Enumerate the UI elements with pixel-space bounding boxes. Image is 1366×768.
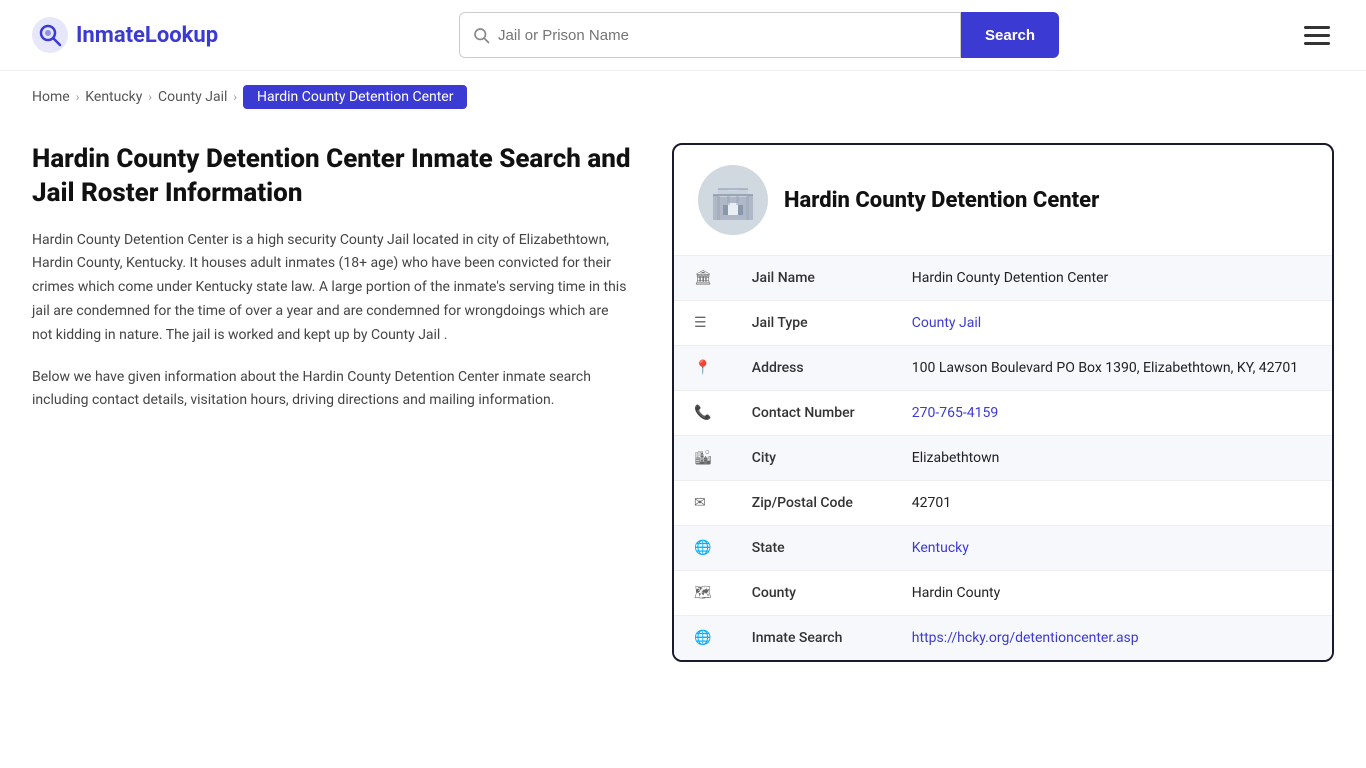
card-facility-name: Hardin County Detention Center	[784, 188, 1099, 213]
table-row: ☰ Jail Type County Jail	[674, 301, 1332, 346]
page-description-2: Below we have given information about th…	[32, 366, 632, 414]
row-value-cell: 270-765-4159	[892, 391, 1332, 436]
row-value-cell: 100 Lawson Boulevard PO Box 1390, Elizab…	[892, 346, 1332, 391]
row-label: Contact Number	[732, 391, 892, 436]
hamburger-line-2	[1304, 34, 1330, 37]
breadcrumb-chevron-2: ›	[148, 90, 152, 104]
row-label: Address	[732, 346, 892, 391]
table-row: 📍 Address 100 Lawson Boulevard PO Box 13…	[674, 346, 1332, 391]
row-label: State	[732, 526, 892, 571]
hamburger-line-3	[1304, 42, 1330, 45]
table-row: 🏙 City Elizabethtown	[674, 436, 1332, 481]
breadcrumb-home[interactable]: Home	[32, 89, 70, 105]
row-icon: ✉	[674, 481, 732, 526]
main-content: Hardin County Detention Center Inmate Se…	[0, 123, 1366, 702]
row-value-cell: 42701	[892, 481, 1332, 526]
breadcrumb: Home › Kentucky › County Jail › Hardin C…	[0, 71, 1366, 123]
info-link[interactable]: 270-765-4159	[912, 405, 998, 421]
search-box	[459, 12, 961, 58]
hamburger-menu-button[interactable]	[1300, 22, 1334, 49]
row-label: Jail Type	[732, 301, 892, 346]
breadcrumb-chevron-1: ›	[76, 90, 80, 104]
facility-info-table: 🏛 Jail Name Hardin County Detention Cent…	[674, 256, 1332, 660]
row-icon: ☰	[674, 301, 732, 346]
row-icon: 📞	[674, 391, 732, 436]
info-link[interactable]: Kentucky	[912, 540, 969, 556]
row-value-cell: Kentucky	[892, 526, 1332, 571]
table-row: 🗺 County Hardin County	[674, 571, 1332, 616]
search-button[interactable]: Search	[961, 12, 1059, 58]
breadcrumb-kentucky[interactable]: Kentucky	[85, 89, 142, 105]
row-label: County	[732, 571, 892, 616]
logo-icon	[32, 17, 68, 53]
facility-info-card: Hardin County Detention Center 🏛 Jail Na…	[672, 143, 1334, 662]
info-link[interactable]: https://hcky.org/detentioncenter.asp	[912, 630, 1139, 646]
row-label: Zip/Postal Code	[732, 481, 892, 526]
breadcrumb-chevron-3: ›	[233, 90, 237, 104]
breadcrumb-current: Hardin County Detention Center	[243, 85, 467, 109]
info-value: Elizabethtown	[912, 450, 1000, 466]
row-value-cell: Elizabethtown	[892, 436, 1332, 481]
row-icon: 🌐	[674, 526, 732, 571]
row-icon: 🌐	[674, 616, 732, 661]
row-label: Inmate Search	[732, 616, 892, 661]
info-value: 42701	[912, 495, 951, 511]
info-value: Hardin County	[912, 585, 1000, 601]
table-row: ✉ Zip/Postal Code 42701	[674, 481, 1332, 526]
logo: InmateLookup	[32, 17, 218, 53]
left-column: Hardin County Detention Center Inmate Se…	[32, 143, 672, 662]
row-icon: 🗺	[674, 571, 732, 616]
row-value-cell: Hardin County Detention Center	[892, 256, 1332, 301]
row-icon: 🏛	[674, 256, 732, 301]
page-title: Hardin County Detention Center Inmate Se…	[32, 143, 632, 211]
table-row: 📞 Contact Number 270-765-4159	[674, 391, 1332, 436]
row-value-cell: County Jail	[892, 301, 1332, 346]
header: InmateLookup Search	[0, 0, 1366, 71]
row-icon: 🏙	[674, 436, 732, 481]
info-value: 100 Lawson Boulevard PO Box 1390, Elizab…	[912, 360, 1298, 376]
logo-text: InmateLookup	[76, 23, 218, 48]
row-value-cell: Hardin County	[892, 571, 1332, 616]
table-row: 🌐 State Kentucky	[674, 526, 1332, 571]
breadcrumb-county-jail[interactable]: County Jail	[158, 89, 227, 105]
row-icon: 📍	[674, 346, 732, 391]
row-label: Jail Name	[732, 256, 892, 301]
search-icon	[472, 26, 490, 44]
card-header: Hardin County Detention Center	[674, 145, 1332, 256]
page-description-1: Hardin County Detention Center is a high…	[32, 229, 632, 348]
row-label: City	[732, 436, 892, 481]
info-value: Hardin County Detention Center	[912, 270, 1108, 286]
table-row: 🏛 Jail Name Hardin County Detention Cent…	[674, 256, 1332, 301]
building-icon	[708, 175, 758, 225]
info-link[interactable]: County Jail	[912, 315, 981, 331]
row-value-cell: https://hcky.org/detentioncenter.asp	[892, 616, 1332, 661]
facility-image	[698, 165, 768, 235]
search-input[interactable]	[498, 27, 948, 44]
search-area: Search	[459, 12, 1059, 58]
right-column: Hardin County Detention Center 🏛 Jail Na…	[672, 143, 1334, 662]
hamburger-line-1	[1304, 26, 1330, 29]
table-row: 🌐 Inmate Search https://hcky.org/detenti…	[674, 616, 1332, 661]
